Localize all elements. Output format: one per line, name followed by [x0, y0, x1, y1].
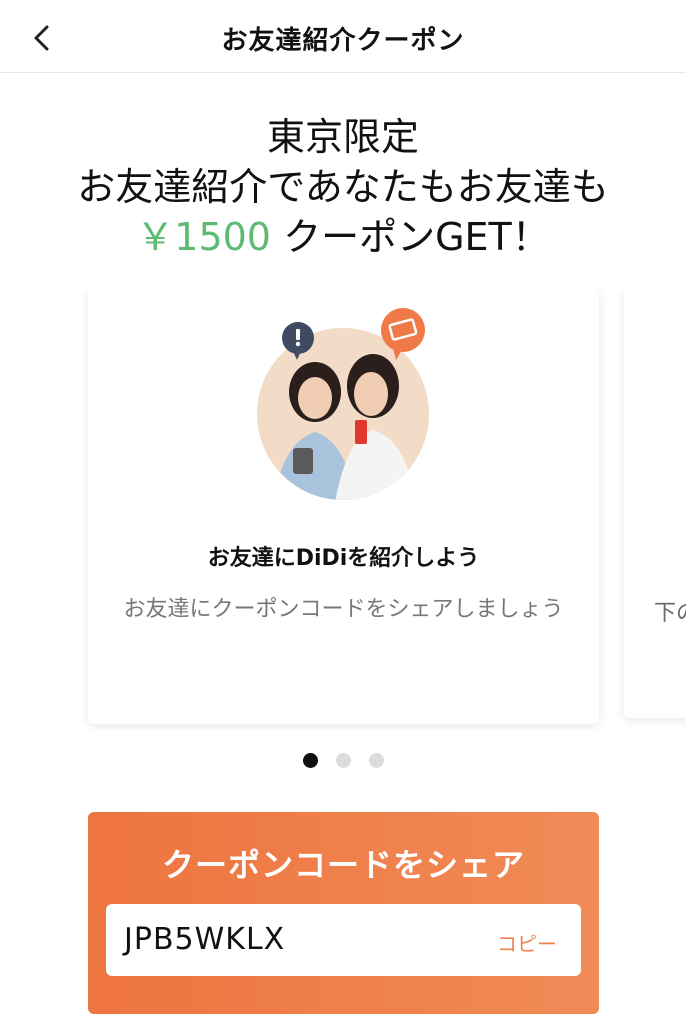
card-title: お友達にDiDiを紹介しよう — [207, 546, 480, 571]
carousel-pagination — [0, 753, 686, 768]
headline-line-2: お友達紹介であなたもお友達も — [77, 165, 609, 209]
coupon-code: JPB5WKLX — [124, 922, 286, 957]
headline-line-3-suffix: クーポンGET！ — [270, 215, 550, 259]
pagination-dot[interactable] — [335, 753, 351, 768]
pagination-dot-active[interactable] — [302, 753, 318, 768]
share-coupon-title[interactable]: クーポンコードをシェア — [88, 840, 599, 886]
navigation-bar: お友達紹介クーポン — [0, 0, 686, 73]
copy-button[interactable]: コピー — [497, 928, 557, 957]
carousel-card[interactable]: お友達にDiDiを紹介しよう お友達にクーポンコードをシェアしましょう — [88, 290, 599, 724]
promo-headline: 東京限定 お友達紹介であなたもお友達も ￥1500 クーポンGET！ — [0, 112, 686, 262]
coupon-code-box: JPB5WKLX コピー — [106, 904, 581, 976]
pagination-dot[interactable] — [368, 753, 384, 768]
coupon-amount: ￥1500 — [136, 215, 271, 259]
headline-line-1: 東京限定 — [266, 115, 419, 159]
headline-line-3: ￥1500 クーポンGET！ — [0, 212, 686, 262]
feature-carousel[interactable]: お友達にDiDiを紹介しよう お友達にクーポンコードをシェアしましょう 下の — [0, 290, 686, 730]
carousel-card-next[interactable]: 下の — [624, 290, 686, 718]
friends-illustration — [257, 308, 429, 500]
page-title: お友達紹介クーポン — [221, 26, 465, 56]
card-partial-text: 下の — [654, 601, 686, 626]
card-description: お友達にクーポンコードをシェアしましょう — [123, 597, 564, 622]
share-coupon-panel: クーポンコードをシェア JPB5WKLX コピー — [88, 812, 599, 1014]
